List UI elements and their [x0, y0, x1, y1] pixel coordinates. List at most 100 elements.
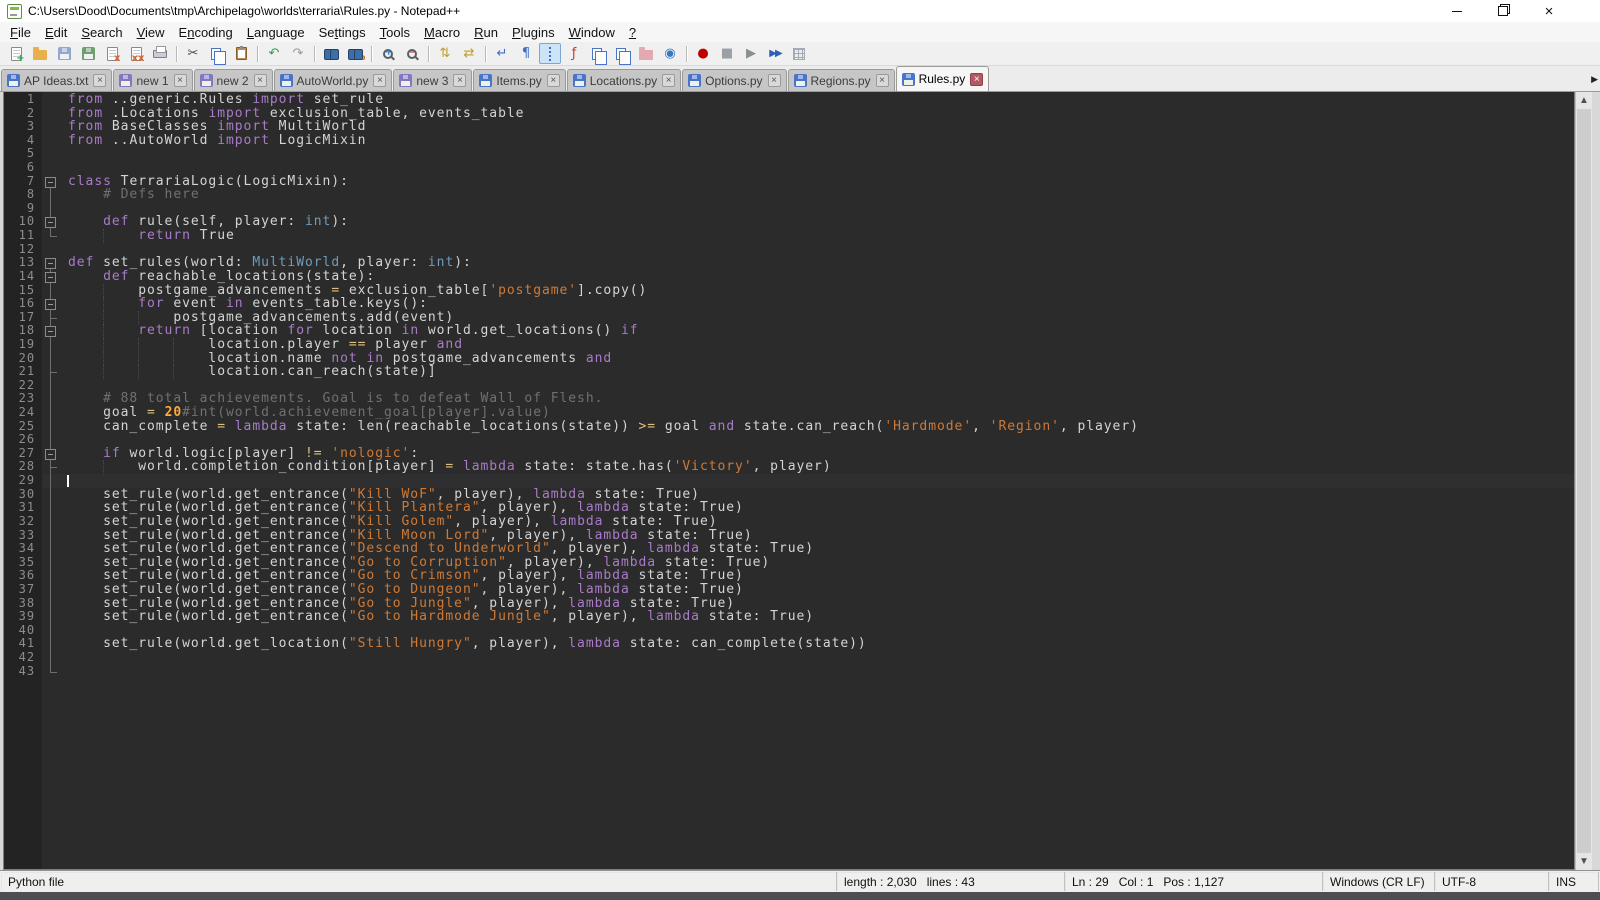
- function-list-icon[interactable]: ƒ: [563, 43, 585, 64]
- fold-marker-icon[interactable]: [42, 175, 60, 189]
- code-line[interactable]: 41 set_rule(world.get_location("Still Hu…: [4, 637, 1574, 651]
- macro-run-multiple-icon[interactable]: ▶▶: [764, 43, 786, 64]
- minimize-button[interactable]: [1434, 0, 1480, 22]
- sync-horizontal-icon[interactable]: ⇄: [458, 43, 480, 64]
- tab-new-1[interactable]: new 1×: [113, 69, 192, 91]
- code-line[interactable]: 19 location.player == player and: [4, 338, 1574, 352]
- fold-marker-icon[interactable]: [42, 324, 60, 338]
- tab-close-icon[interactable]: ×: [662, 74, 675, 87]
- code-line[interactable]: 1from ..generic.Rules import set_rule: [4, 93, 1574, 107]
- fold-marker-icon[interactable]: [42, 270, 60, 284]
- code-line[interactable]: 40: [4, 624, 1574, 638]
- code-line[interactable]: 15 postgame_advancements = exclusion_tab…: [4, 284, 1574, 298]
- tab-new-3[interactable]: new 3×: [393, 69, 472, 91]
- code-line[interactable]: 10 def rule(self, player: int):: [4, 215, 1574, 229]
- code-line[interactable]: 24 goal = 20#int(world.achievement_goal[…: [4, 406, 1574, 420]
- code-line[interactable]: 32 set_rule(world.get_entrance("Kill Gol…: [4, 515, 1574, 529]
- find-icon[interactable]: [320, 43, 342, 64]
- fold-marker-icon[interactable]: [42, 447, 60, 461]
- code-line[interactable]: 37 set_rule(world.get_entrance("Go to Du…: [4, 583, 1574, 597]
- close-button[interactable]: ×: [1526, 0, 1572, 22]
- menu-item-encoding[interactable]: Encoding: [172, 23, 240, 42]
- code-line[interactable]: 26: [4, 433, 1574, 447]
- redo-icon[interactable]: ↷: [287, 43, 309, 64]
- menu-item-plugins[interactable]: Plugins: [505, 23, 562, 42]
- code-line[interactable]: 4from ..AutoWorld import LogicMixin: [4, 134, 1574, 148]
- tab-autoworld-py[interactable]: AutoWorld.py×: [274, 69, 393, 91]
- menu-item-run[interactable]: Run: [467, 23, 505, 42]
- code-line[interactable]: 28 world.completion_condition[player] = …: [4, 460, 1574, 474]
- macro-stop-icon[interactable]: ■: [716, 43, 738, 64]
- code-line[interactable]: 20 location.name not in postgame_advance…: [4, 352, 1574, 366]
- macro-play-icon[interactable]: ▶: [740, 43, 762, 64]
- sync-vertical-icon[interactable]: ⇅: [434, 43, 456, 64]
- code-line[interactable]: 33 set_rule(world.get_entrance("Kill Moo…: [4, 529, 1574, 543]
- cut-icon[interactable]: ✂: [182, 43, 204, 64]
- code-line[interactable]: 21 location.can_reach(state)]: [4, 365, 1574, 379]
- zoom-in-icon[interactable]: +: [377, 43, 399, 64]
- copy-icon[interactable]: [206, 43, 228, 64]
- document-list-icon[interactable]: [611, 43, 633, 64]
- code-line[interactable]: 18 return [location for location in worl…: [4, 324, 1574, 338]
- tab-close-icon[interactable]: ×: [254, 74, 267, 87]
- scroll-up-icon[interactable]: ▲: [1576, 92, 1592, 109]
- menu-item-macro[interactable]: Macro: [417, 23, 467, 42]
- menu-item-settings[interactable]: Settings: [312, 23, 373, 42]
- code-line[interactable]: 3from BaseClasses import MultiWorld: [4, 120, 1574, 134]
- code-line[interactable]: 30 set_rule(world.get_entrance("Kill WoF…: [4, 488, 1574, 502]
- menu-item-search[interactable]: Search: [74, 23, 129, 42]
- close-all-icon[interactable]: xx: [125, 43, 147, 64]
- code-line[interactable]: 35 set_rule(world.get_entrance("Go to Co…: [4, 556, 1574, 570]
- tab-rules-py[interactable]: Rules.py×: [896, 66, 990, 91]
- tab-scroll-arrow-icon[interactable]: ▶: [1591, 74, 1598, 85]
- zoom-out-icon[interactable]: −: [401, 43, 423, 64]
- tab-ap-ideas-txt[interactable]: AP Ideas.txt×: [1, 69, 112, 91]
- menu-item-edit[interactable]: Edit: [38, 23, 74, 42]
- code-line[interactable]: 9: [4, 202, 1574, 216]
- tab-close-icon[interactable]: ×: [970, 73, 983, 86]
- new-file-icon[interactable]: +: [5, 43, 27, 64]
- menu-item-view[interactable]: View: [130, 23, 172, 42]
- folder-as-workspace-icon[interactable]: [635, 43, 657, 64]
- show-all-characters-icon[interactable]: ¶: [515, 43, 537, 64]
- code-line[interactable]: 42: [4, 651, 1574, 665]
- scrollbar-thumb[interactable]: [1577, 109, 1591, 853]
- tab-close-icon[interactable]: ×: [453, 74, 466, 87]
- macro-record-icon[interactable]: ●: [692, 43, 714, 64]
- tab-close-icon[interactable]: ×: [876, 74, 889, 87]
- code-line[interactable]: 13def set_rules(world: MultiWorld, playe…: [4, 256, 1574, 270]
- code-line[interactable]: 11 return True: [4, 229, 1574, 243]
- word-wrap-icon[interactable]: ↵: [491, 43, 513, 64]
- tab-new-2[interactable]: new 2×: [194, 69, 273, 91]
- code-line[interactable]: 16 for event in events_table.keys():: [4, 297, 1574, 311]
- code-line[interactable]: 5: [4, 147, 1574, 161]
- menu-item-[interactable]: ?: [622, 23, 643, 42]
- restore-button[interactable]: [1480, 0, 1526, 22]
- code-line[interactable]: 34 set_rule(world.get_entrance("Descend …: [4, 542, 1574, 556]
- tab-close-icon[interactable]: ×: [547, 74, 560, 87]
- menu-item-language[interactable]: Language: [240, 23, 312, 42]
- menu-item-window[interactable]: Window: [562, 23, 622, 42]
- code-line[interactable]: 7class TerrariaLogic(LogicMixin):: [4, 175, 1574, 189]
- tab-close-icon[interactable]: ×: [373, 74, 386, 87]
- undo-icon[interactable]: ↶: [263, 43, 285, 64]
- code-line[interactable]: 2from .Locations import exclusion_table,…: [4, 107, 1574, 121]
- code-lines[interactable]: 1from ..generic.Rules import set_rule2fr…: [4, 93, 1574, 869]
- vertical-scrollbar[interactable]: ▲ ▼: [1575, 92, 1592, 870]
- macro-save-icon[interactable]: [788, 43, 810, 64]
- save-icon[interactable]: [53, 43, 75, 64]
- tab-regions-py[interactable]: Regions.py×: [788, 69, 895, 91]
- code-line[interactable]: 22: [4, 379, 1574, 393]
- fold-marker-icon[interactable]: [42, 297, 60, 311]
- code-line[interactable]: 6: [4, 161, 1574, 175]
- code-line[interactable]: 14 def reachable_locations(state):: [4, 270, 1574, 284]
- tab-close-icon[interactable]: ×: [174, 74, 187, 87]
- indent-guide-icon[interactable]: [539, 43, 561, 64]
- replace-icon[interactable]: ab: [344, 43, 366, 64]
- fold-marker-icon[interactable]: [42, 215, 60, 229]
- code-line[interactable]: 29: [4, 474, 1574, 488]
- code-line[interactable]: 23 # 88 total achievements. Goal is to d…: [4, 392, 1574, 406]
- document-map-icon[interactable]: [587, 43, 609, 64]
- save-all-icon[interactable]: [77, 43, 99, 64]
- code-line[interactable]: 17 postgame_advancements.add(event): [4, 311, 1574, 325]
